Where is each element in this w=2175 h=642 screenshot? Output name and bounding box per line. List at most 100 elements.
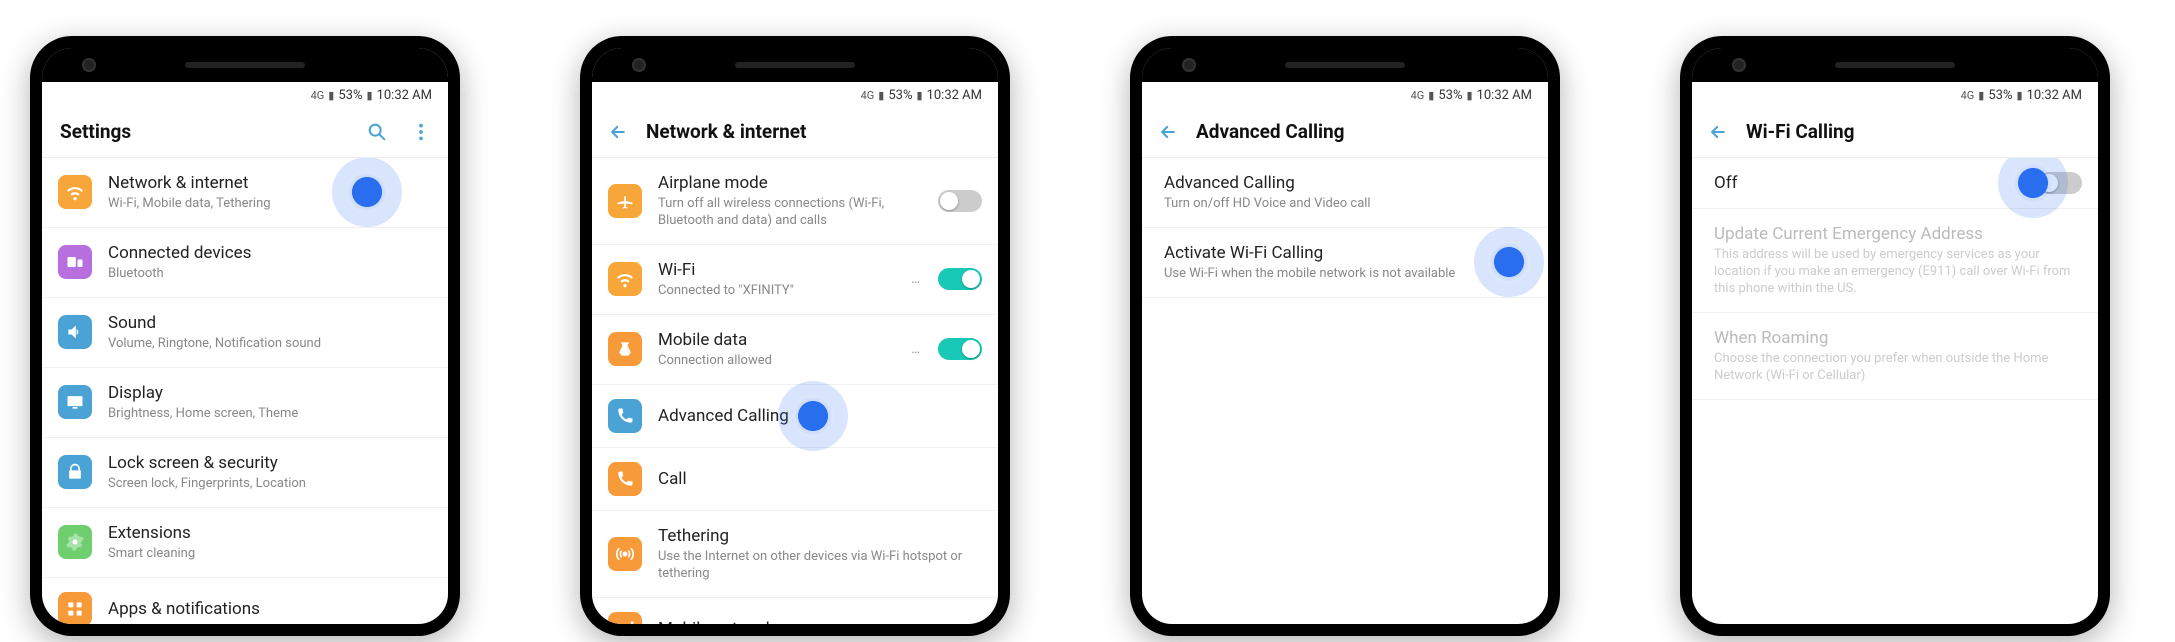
search-icon[interactable] [366, 121, 388, 143]
settings-row[interactable]: Wi-Fi Connected to "XFINITY" … [592, 245, 998, 315]
settings-row[interactable]: Activate Wi-Fi Calling Use Wi-Fi when the… [1142, 228, 1548, 298]
row-label: Off [1714, 172, 2038, 194]
row-subtitle: Wi-Fi, Mobile data, Tethering [108, 196, 432, 213]
signal-icon: ▮ [1978, 89, 1984, 102]
bars-icon [608, 612, 642, 624]
status-bar: 4G ▮ 53% ▮ 10:32 AM [42, 82, 448, 108]
page-title: Settings [60, 120, 348, 143]
ext-icon [58, 525, 92, 559]
clock: 10:32 AM [1477, 88, 1532, 103]
screen-header: Wi-Fi Calling [1692, 108, 2098, 158]
row-subtitle: Turn on/off HD Voice and Video call [1164, 196, 1532, 213]
row-label: Sound [108, 312, 432, 334]
row-label: Tethering [658, 525, 982, 547]
status-bar: 4G ▮ 53% ▮ 10:32 AM [1692, 82, 2098, 108]
battery-icon: ▮ [1467, 89, 1473, 102]
clock: 10:32 AM [377, 88, 432, 103]
battery-icon: ▮ [2017, 89, 2023, 102]
battery-icon: ▮ [367, 89, 373, 102]
clock: 10:32 AM [927, 88, 982, 103]
battery-percent: 53% [1438, 88, 1462, 103]
row-subtitle: Turn off all wireless connections (Wi-Fi… [658, 196, 922, 230]
row-subtitle: Use the Internet on other devices via Wi… [658, 549, 982, 583]
row-label: When Roaming [1714, 327, 2082, 349]
back-icon[interactable] [1158, 122, 1178, 142]
settings-row[interactable]: Lock screen & security Screen lock, Finge… [42, 438, 448, 508]
status-bar: 4G ▮ 53% ▮ 10:32 AM [1142, 82, 1548, 108]
lte-icon: 4G [311, 89, 325, 102]
screen-header: Advanced Calling [1142, 108, 1548, 158]
toggle-switch[interactable] [938, 190, 982, 212]
lte-icon: 4G [1961, 89, 1975, 102]
row-label: Mobile networks [658, 618, 982, 624]
row-label: Network & internet [108, 172, 432, 194]
lock-icon [58, 455, 92, 489]
settings-row[interactable]: Airplane modeTurn off all wireless conne… [592, 158, 998, 245]
row-label: Lock screen & security [108, 452, 432, 474]
tether-icon [608, 537, 642, 571]
toggle-switch[interactable] [938, 268, 982, 290]
screen-header: Network & internet [592, 108, 998, 158]
toggle-switch[interactable] [2038, 172, 2082, 194]
row-subtitle: Brightness, Home screen, Theme [108, 406, 432, 423]
wifi-icon [608, 262, 642, 296]
back-icon[interactable] [608, 122, 628, 142]
settings-row[interactable]: Apps & notifications [42, 578, 448, 624]
settings-row[interactable]: Call [592, 448, 998, 511]
signal-icon: ▮ [878, 89, 884, 102]
settings-row: Update Current Emergency AddressThis add… [1692, 209, 2098, 313]
toggle-switch[interactable] [938, 338, 982, 360]
airplane-icon [608, 184, 642, 218]
settings-row: When RoamingChoose the connection you pr… [1692, 313, 2098, 400]
screen-header: Settings [42, 108, 448, 158]
row-label: Display [108, 382, 432, 404]
more-icon[interactable]: … [911, 272, 920, 287]
settings-row[interactable]: Advanced Calling [592, 385, 998, 448]
battery-percent: 53% [888, 88, 912, 103]
page-title: Advanced Calling [1196, 120, 1532, 143]
settings-row[interactable]: Display Brightness, Home screen, Theme [42, 368, 448, 438]
overflow-icon[interactable] [410, 121, 432, 143]
back-icon[interactable] [1708, 122, 1728, 142]
signal-icon: ▮ [1428, 89, 1434, 102]
wifi-icon [58, 175, 92, 209]
row-subtitle: Connection allowed [658, 353, 895, 370]
display-icon [58, 385, 92, 419]
battery-percent: 53% [1988, 88, 2012, 103]
row-subtitle: Connected to "XFINITY" [658, 283, 895, 300]
settings-row[interactable]: Connected devices Bluetooth [42, 228, 448, 298]
row-label: Wi-Fi [658, 259, 895, 281]
settings-row[interactable]: Mobile networks [592, 598, 998, 624]
row-label: Call [658, 468, 982, 490]
lte-icon: 4G [861, 89, 875, 102]
settings-row[interactable]: TetheringUse the Internet on other devic… [592, 511, 998, 598]
lte-icon: 4G [1411, 89, 1425, 102]
row-label: Update Current Emergency Address [1714, 223, 2082, 245]
page-title: Wi-Fi Calling [1746, 120, 2082, 143]
row-subtitle: Volume, Ringtone, Notification sound [108, 336, 432, 353]
row-subtitle: Smart cleaning [108, 546, 432, 563]
settings-row[interactable]: Advanced Calling Turn on/off HD Voice and… [1142, 158, 1548, 228]
row-label: Apps & notifications [108, 598, 432, 620]
clock: 10:32 AM [2027, 88, 2082, 103]
row-subtitle: Choose the connection you prefer when ou… [1714, 351, 2082, 385]
row-label: Activate Wi-Fi Calling [1164, 242, 1532, 264]
more-icon[interactable]: … [911, 342, 920, 357]
mobile-icon [608, 332, 642, 366]
row-subtitle: Use Wi-Fi when the mobile network is not… [1164, 266, 1532, 283]
settings-row[interactable]: Mobile data Connection allowed … [592, 315, 998, 385]
call-icon [608, 462, 642, 496]
row-label: Airplane mode [658, 172, 922, 194]
row-label: Advanced Calling [1164, 172, 1532, 194]
row-subtitle: Screen lock, Fingerprints, Location [108, 476, 432, 493]
row-label: Connected devices [108, 242, 432, 264]
row-label: Mobile data [658, 329, 895, 351]
settings-row[interactable]: ExtensionsSmart cleaning [42, 508, 448, 578]
settings-row[interactable]: Off [1692, 158, 2098, 209]
row-subtitle: Bluetooth [108, 266, 432, 283]
sound-icon [58, 315, 92, 349]
apps-icon [58, 592, 92, 624]
settings-row[interactable]: Sound Volume, Ringtone, Notification soun… [42, 298, 448, 368]
signal-icon: ▮ [328, 89, 334, 102]
settings-row[interactable]: Network & internet Wi-Fi, Mobile data, Te… [42, 158, 448, 228]
